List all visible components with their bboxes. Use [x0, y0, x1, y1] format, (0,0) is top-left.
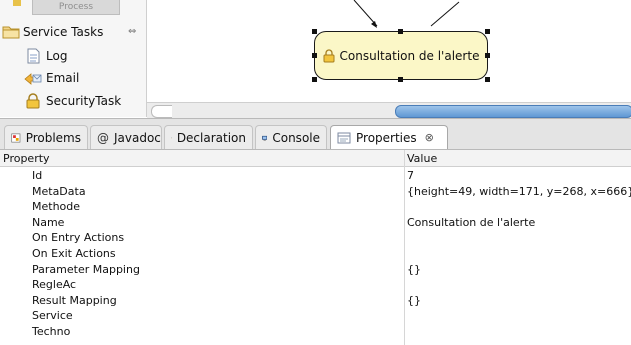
properties-icon: [337, 132, 351, 143]
property-name: Name: [32, 215, 65, 229]
palette-item-email[interactable]: Email: [24, 69, 79, 87]
property-name: On Entry Actions: [32, 231, 125, 245]
selection-handle[interactable]: [398, 29, 403, 34]
selection-handle[interactable]: [312, 77, 317, 82]
table-row[interactable]: Methode: [0, 199, 631, 214]
process-icon: [13, 0, 21, 6]
table-row[interactable]: On Exit Actions: [0, 246, 631, 261]
property-value[interactable]: {}: [407, 293, 421, 308]
table-row[interactable]: Service: [0, 308, 631, 323]
document-icon: [27, 48, 40, 64]
selection-handle[interactable]: [485, 77, 490, 82]
table-row[interactable]: Result Mapping {}: [0, 293, 631, 308]
table-row[interactable]: Id 7: [0, 168, 631, 183]
declaration-icon: [171, 137, 172, 138]
table-row[interactable]: MetaData {height=49, width=171, y=268, x=…: [0, 184, 631, 199]
properties-table: Property Value Id 7 MetaData {height=49, wi…: [0, 150, 631, 345]
tab-properties[interactable]: Properties ⊗: [330, 125, 448, 149]
property-name: RegleAc: [32, 278, 77, 292]
at-sign-icon: @: [97, 130, 109, 145]
folder-icon: [2, 26, 20, 39]
column-header-value[interactable]: Value: [407, 152, 437, 165]
tab-javadoc[interactable]: @ Javadoc: [90, 125, 162, 149]
tab-declaration[interactable]: Declaration: [164, 125, 253, 149]
selection-handle[interactable]: [485, 53, 490, 58]
palette-item-label: Email: [46, 71, 80, 85]
tab-label: Console: [272, 130, 320, 145]
palette-item-process[interactable]: Process: [32, 0, 120, 15]
palette-item-label: Log: [46, 49, 68, 63]
outgoing-connection[interactable]: [430, 1, 460, 27]
table-header: Property Value: [0, 150, 631, 167]
tab-label: Properties: [356, 130, 417, 145]
property-name: Parameter Mapping: [32, 262, 140, 276]
property-value[interactable]: 7: [407, 168, 414, 183]
selection-handle[interactable]: [485, 29, 490, 34]
selection-handle[interactable]: [312, 53, 317, 58]
close-icon[interactable]: ⊗: [425, 131, 434, 144]
collapse-arrows-icon[interactable]: ⇔: [128, 26, 136, 37]
palette-item-label: SecurityTask: [46, 94, 122, 108]
tab-label: Declaration: [176, 130, 246, 145]
table-row[interactable]: RegleAc: [0, 277, 631, 292]
console-icon: [262, 135, 268, 140]
property-value[interactable]: Consultation de l'alerte: [407, 215, 535, 230]
property-name: On Exit Actions: [32, 247, 116, 260]
selection-handle[interactable]: [312, 29, 317, 34]
palette-group-service-tasks[interactable]: Service Tasks ⇔: [0, 22, 146, 42]
palette-item-securitytask[interactable]: SecurityTask: [24, 92, 121, 110]
property-name: Methode: [32, 200, 81, 214]
email-icon: [24, 73, 42, 85]
horizontal-scrollbar[interactable]: [147, 102, 631, 118]
tab-label: Javadoc: [114, 130, 161, 145]
property-value[interactable]: {height=49, width=171, y=268, x=666}: [407, 184, 631, 199]
view-tab-bar: Problems @ Javadoc Declaration Console P…: [0, 118, 631, 150]
tab-problems[interactable]: Problems: [4, 125, 88, 149]
table-row[interactable]: Techno: [0, 324, 631, 339]
property-value[interactable]: {}: [407, 262, 421, 277]
lock-icon: [26, 93, 40, 109]
selection-handle[interactable]: [398, 77, 403, 82]
scrollbar-track-start: [151, 105, 172, 118]
tab-console[interactable]: Console: [255, 125, 327, 149]
property-name: MetaData: [32, 184, 86, 198]
problems-icon: [11, 133, 21, 142]
property-name: Service: [32, 309, 73, 323]
scrollbar-thumb[interactable]: [395, 105, 631, 118]
property-name: Id: [32, 169, 43, 182]
lock-icon: [323, 48, 335, 62]
table-row[interactable]: Parameter Mapping {}: [0, 262, 631, 277]
palette-group-label: Service Tasks: [23, 25, 104, 39]
palette-item-log[interactable]: Log: [24, 47, 67, 65]
tab-label: Problems: [25, 130, 81, 145]
task-node-label: Consultation de l'alerte: [339, 48, 480, 63]
table-row[interactable]: On Entry Actions: [0, 230, 631, 245]
column-header-property[interactable]: Property: [3, 152, 50, 165]
property-name: Techno: [32, 325, 71, 338]
table-row[interactable]: Name Consultation de l'alerte: [0, 215, 631, 230]
diagram-canvas[interactable]: Consultation de l'alerte: [147, 0, 631, 118]
task-node[interactable]: Consultation de l'alerte: [314, 31, 488, 80]
property-name: Result Mapping: [32, 293, 117, 307]
palette-panel: Process Service Tasks ⇔ Log Email Securi…: [0, 0, 147, 117]
